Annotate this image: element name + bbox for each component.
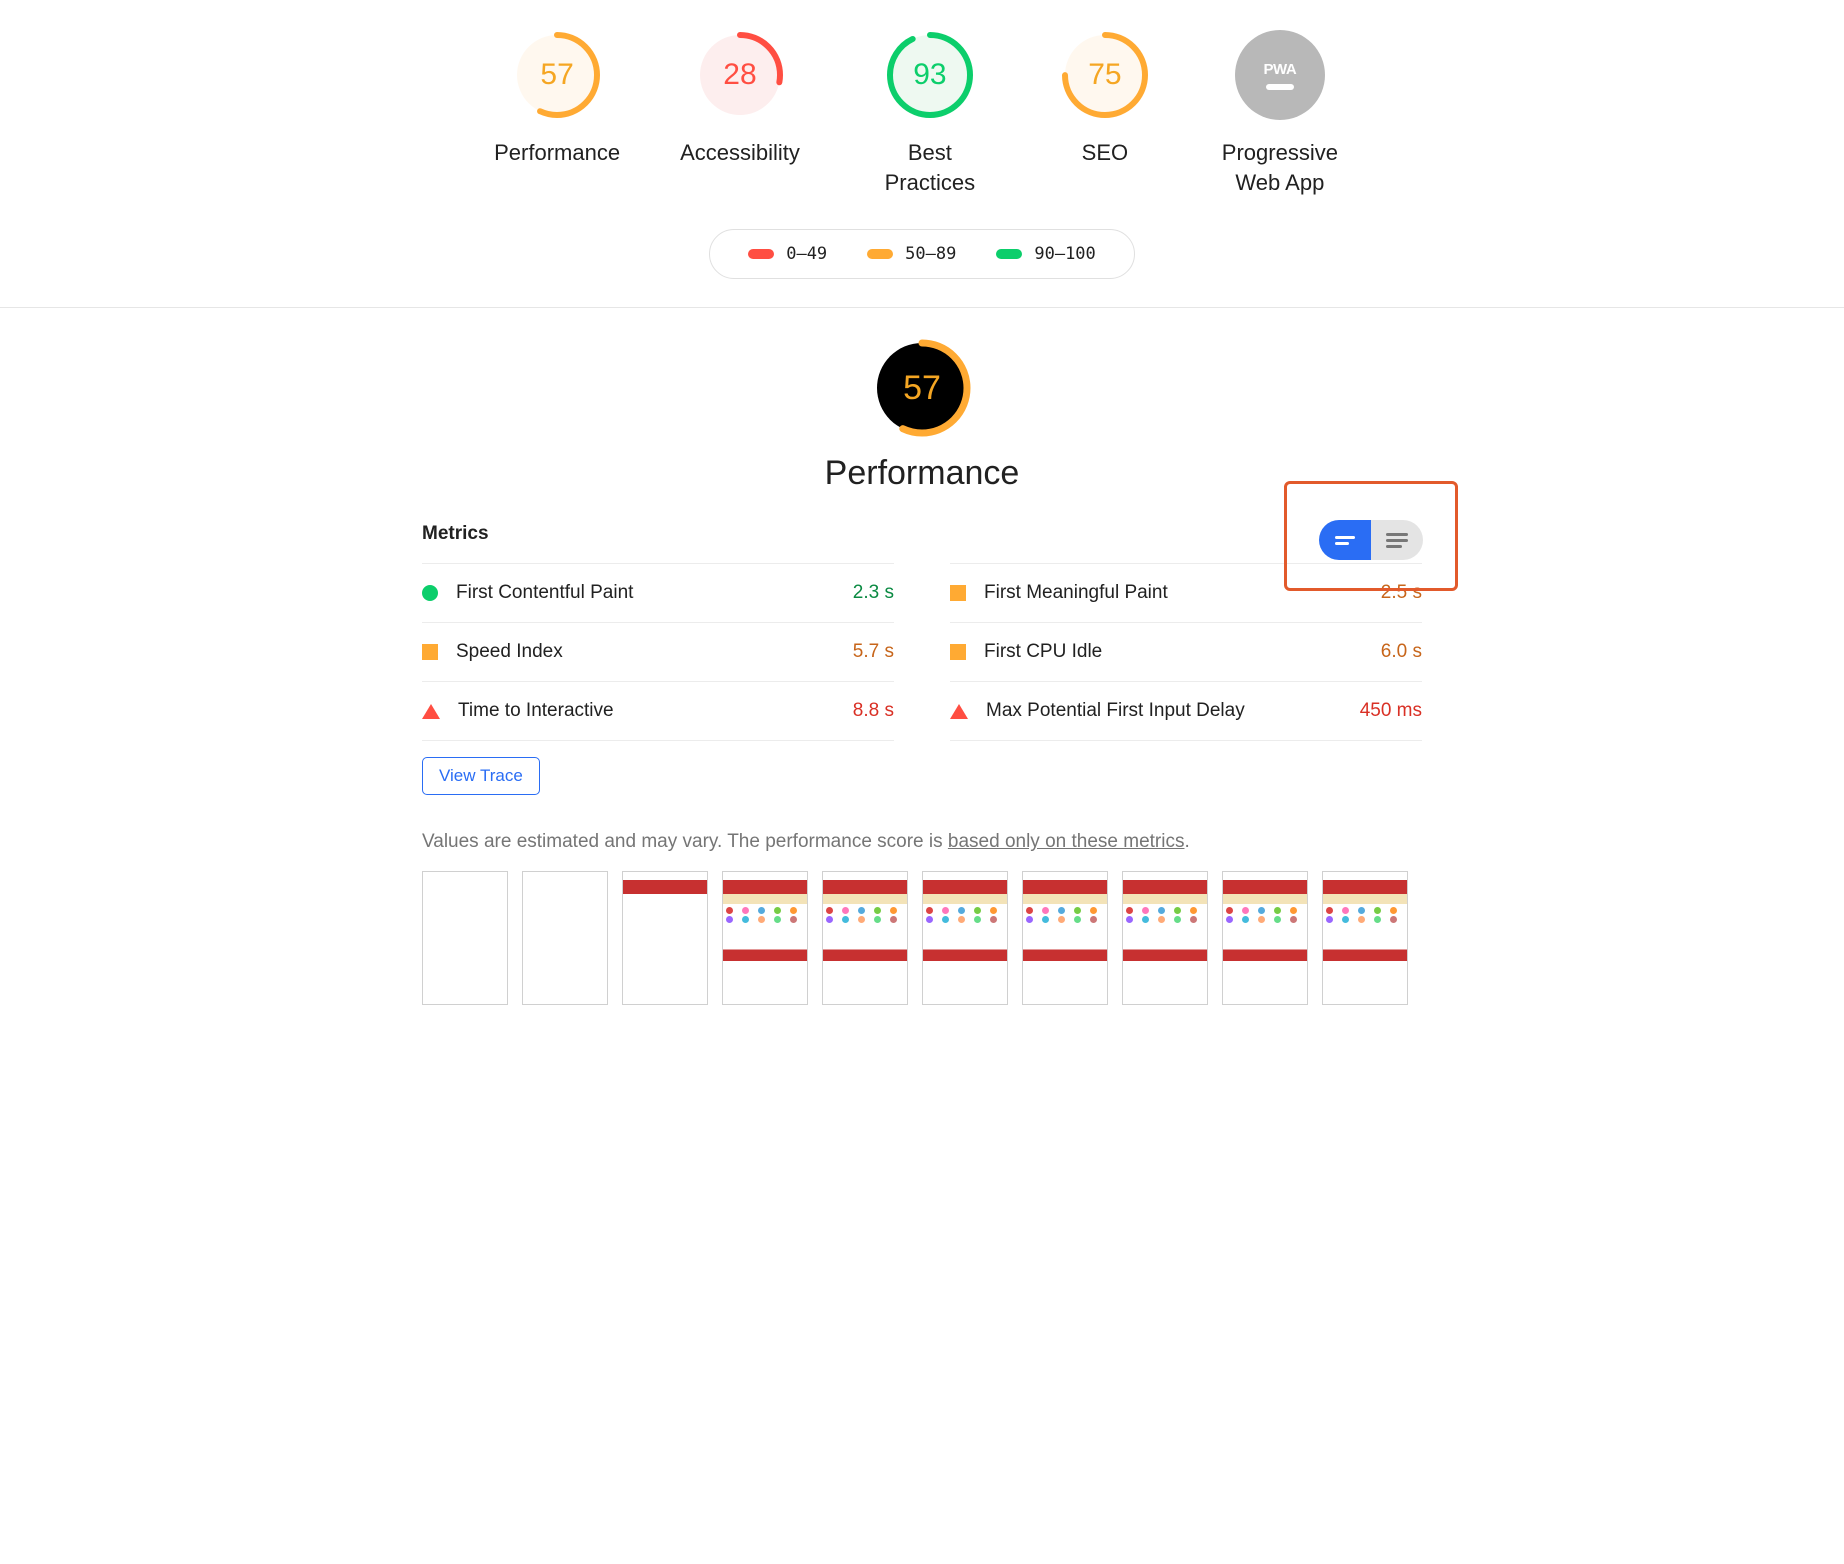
filmstrip-frame[interactable]	[822, 871, 908, 1005]
score-label: SEO	[1082, 138, 1128, 168]
metric-name: Time to Interactive	[458, 700, 835, 722]
metrics-note-link[interactable]: based only on these metrics	[948, 831, 1185, 852]
score-value: 75	[1060, 30, 1150, 120]
highlight-annotation	[1284, 481, 1458, 591]
metric-value: 450 ms	[1360, 700, 1422, 722]
filmstrip-frame[interactable]	[622, 871, 708, 1005]
metric-row[interactable]: First Contentful Paint 2.3 s	[422, 563, 894, 622]
view-toggle[interactable]	[1319, 520, 1423, 560]
legend-pass: 90–100	[996, 244, 1095, 264]
performance-score: 57	[872, 338, 972, 438]
metric-name: Speed Index	[456, 641, 835, 663]
score-value: 93	[885, 30, 975, 120]
toggle-collapsed-icon[interactable]	[1319, 520, 1371, 560]
gauge-performance[interactable]: 57 Performance	[494, 30, 620, 197]
square-average-icon	[422, 644, 438, 660]
score-label: Progressive Web App	[1210, 138, 1350, 197]
filmstrip-frame[interactable]	[422, 871, 508, 1005]
filmstrip-frame[interactable]	[922, 871, 1008, 1005]
triangle-fail-icon	[422, 704, 440, 719]
pwa-icon: PWA	[1235, 30, 1325, 120]
filmstrip-frame[interactable]	[1122, 871, 1208, 1005]
metrics-table: First Contentful Paint2.3 sFirst Meaning…	[422, 563, 1422, 741]
metric-value: 6.0 s	[1381, 641, 1422, 663]
metrics-note: Values are estimated and may vary. The p…	[422, 831, 1422, 853]
score-summary: 57 Performance 28 Accessibility 93 Best …	[0, 0, 1844, 217]
metric-name: First Contentful Paint	[456, 582, 835, 604]
metric-value: 2.3 s	[853, 582, 894, 604]
legend-average: 50–89	[867, 244, 956, 264]
gauge-accessibility[interactable]: 28 Accessibility	[680, 30, 800, 197]
metric-value: 5.7 s	[853, 641, 894, 663]
triangle-fail-icon	[950, 704, 968, 719]
filmstrip-frame[interactable]	[1322, 871, 1408, 1005]
filmstrip-frame[interactable]	[1222, 871, 1308, 1005]
filmstrip-frame[interactable]	[1022, 871, 1108, 1005]
filmstrip	[422, 871, 1422, 1005]
toggle-expanded-icon[interactable]	[1371, 520, 1423, 560]
score-label: Performance	[494, 138, 620, 168]
metrics-heading: Metrics	[422, 523, 489, 545]
circle-pass-icon	[422, 585, 438, 601]
metric-row[interactable]: First CPU Idle 6.0 s	[950, 622, 1422, 681]
gauge-pwa[interactable]: PWA Progressive Web App	[1210, 30, 1350, 197]
metric-row[interactable]: Time to Interactive 8.8 s	[422, 681, 894, 741]
section-title: Performance	[825, 454, 1020, 493]
metric-row[interactable]: Max Potential First Input Delay 450 ms	[950, 681, 1422, 741]
score-value: 28	[695, 30, 785, 120]
metric-name: First CPU Idle	[984, 641, 1363, 663]
score-legend: 0–49 50–89 90–100	[0, 229, 1844, 279]
filmstrip-frame[interactable]	[522, 871, 608, 1005]
square-average-icon	[950, 644, 966, 660]
performance-header: 57 Performance	[422, 338, 1422, 493]
metric-row[interactable]: Speed Index 5.7 s	[422, 622, 894, 681]
score-value: 57	[512, 30, 602, 120]
filmstrip-frame[interactable]	[722, 871, 808, 1005]
view-trace-button[interactable]: View Trace	[422, 757, 540, 795]
gauge-best-practices[interactable]: 93 Best Practices	[860, 30, 1000, 197]
legend-fail: 0–49	[748, 244, 827, 264]
score-label: Best Practices	[860, 138, 1000, 197]
score-label: Accessibility	[680, 138, 800, 168]
metric-value: 8.8 s	[853, 700, 894, 722]
metric-name: Max Potential First Input Delay	[986, 700, 1342, 722]
gauge-seo[interactable]: 75 SEO	[1060, 30, 1150, 197]
square-average-icon	[950, 585, 966, 601]
